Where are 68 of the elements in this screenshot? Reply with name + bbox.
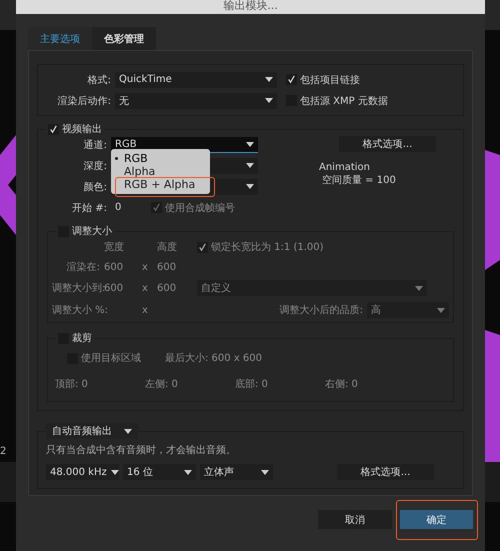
- section-title: 视频输出: [62, 122, 102, 136]
- crop-value: 底部: 0: [235, 378, 269, 391]
- caret-icon: [261, 470, 269, 474]
- caret-icon: [110, 470, 119, 474]
- codec-info: 空间质量 = 100: [321, 174, 397, 187]
- checkbox-label: 使用目标区域: [81, 352, 141, 365]
- menu-item[interactable]: Alpha: [111, 165, 210, 178]
- audio-note: 只有当合成中含有音频时，才会输出音频。: [46, 444, 237, 457]
- field-label: 通道:: [82, 138, 108, 152]
- times-sign: x: [142, 304, 149, 316]
- checkbox-label: 包括源 XMP 元数据: [300, 94, 388, 108]
- field-label: 渲染后动作:: [56, 94, 112, 108]
- preset-dropdown[interactable]: 自定义: [197, 280, 427, 296]
- ok-button[interactable]: 确定: [400, 510, 473, 529]
- section-title: 裁剪: [72, 332, 92, 345]
- checkbox[interactable]: [286, 74, 297, 85]
- column-header: 宽度: [104, 240, 125, 254]
- caret-icon: [265, 77, 273, 82]
- caret-icon: [437, 308, 445, 312]
- window-title: 输出模块...: [16, 0, 485, 14]
- checkbox[interactable]: [151, 202, 162, 213]
- format-options-button[interactable]: 格式选项...: [337, 464, 434, 480]
- menu-item[interactable]: RGB: [111, 152, 210, 165]
- column-header: 高度: [157, 240, 178, 254]
- post-render-dropdown[interactable]: 无: [115, 92, 277, 108]
- crop-value: 顶部: 0: [55, 378, 89, 391]
- checkbox-label: 包括项目链接: [300, 74, 360, 86]
- caret-icon: [246, 184, 254, 189]
- field-label: 格式:: [86, 74, 112, 86]
- field-label: 颜色:: [82, 180, 108, 194]
- caret-icon: [124, 428, 132, 434]
- final-size: 最后大小: 600 x 600: [165, 352, 262, 365]
- section-title: 调整大小: [72, 224, 112, 238]
- field-label: 深度:: [82, 160, 108, 172]
- caret-icon: [265, 98, 273, 103]
- times-sign: x: [142, 282, 149, 294]
- checkbox-label: 使用合成帧编号: [165, 202, 235, 214]
- field-value: 0: [114, 202, 122, 213]
- field-label: 开始 #:: [71, 202, 108, 214]
- field-value: 600: [157, 282, 178, 294]
- caret-icon: [415, 286, 423, 290]
- tab[interactable]: 色彩管理: [92, 27, 156, 50]
- codec-info: Animation: [319, 162, 371, 173]
- tab[interactable]: 主要选项: [28, 27, 92, 50]
- format-dropdown[interactable]: QuickTime: [115, 72, 277, 88]
- checkbox-label: 锁定长宽比为 1:1 (1.00): [211, 240, 324, 254]
- dropdown[interactable]: 16 位: [123, 464, 196, 480]
- caret-icon: [246, 142, 254, 147]
- cancel-button[interactable]: 取消: [318, 510, 392, 529]
- field-label: 渲染在:: [66, 260, 101, 274]
- dropdown[interactable]: 立体声: [200, 464, 273, 480]
- crop-value: 右侧: 0: [325, 378, 359, 391]
- times-sign: x: [142, 262, 149, 272]
- edge-text: 2: [0, 446, 6, 457]
- quality-dropdown[interactable]: 高: [367, 302, 449, 318]
- field-label: 调整大小到:: [52, 282, 104, 295]
- checkbox[interactable]: [197, 242, 208, 252]
- dropdown[interactable]: 48.000 kHz: [46, 464, 119, 480]
- caret-icon: [246, 163, 254, 168]
- crop-value: 左侧: 0: [145, 378, 179, 391]
- format-options-button[interactable]: 格式选项...: [339, 136, 436, 152]
- field-value: 600: [104, 262, 124, 272]
- audio-mode-dropdown[interactable]: 自动音频输出: [46, 423, 138, 439]
- field-value: 600: [157, 262, 178, 272]
- field-label: 调整大小后的品质:: [280, 304, 363, 317]
- caret-icon: [184, 470, 192, 474]
- checkbox[interactable]: [48, 124, 59, 134]
- field-value: 600: [104, 282, 124, 294]
